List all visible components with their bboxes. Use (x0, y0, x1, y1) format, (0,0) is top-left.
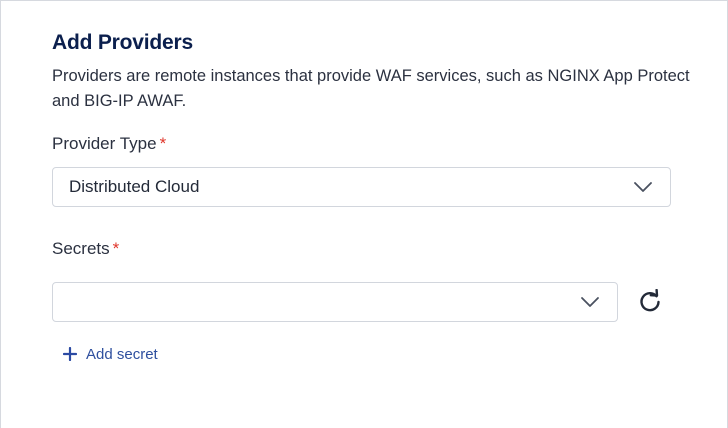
required-marker: * (112, 239, 120, 258)
secrets-select[interactable] (52, 282, 618, 322)
plus-icon (63, 347, 77, 361)
chevron-down-icon (581, 297, 599, 307)
required-marker: * (159, 134, 167, 153)
add-providers-panel: Add Providers Providers are remote insta… (0, 0, 728, 428)
add-secret-button[interactable]: Add secret (63, 343, 158, 365)
provider-type-label: Provider Type * (52, 134, 166, 154)
refresh-icon[interactable] (637, 289, 663, 315)
add-secret-label: Add secret (86, 345, 158, 363)
page-description: Providers are remote instances that prov… (52, 67, 690, 110)
page-title: Add Providers (52, 31, 193, 54)
provider-type-value: Distributed Cloud (69, 177, 200, 196)
secrets-label-text: Secrets (52, 239, 110, 258)
provider-type-select[interactable]: Distributed Cloud (52, 167, 671, 207)
chevron-down-icon (634, 182, 652, 192)
secrets-label: Secrets * (52, 239, 119, 259)
provider-type-label-text: Provider Type (52, 134, 157, 153)
